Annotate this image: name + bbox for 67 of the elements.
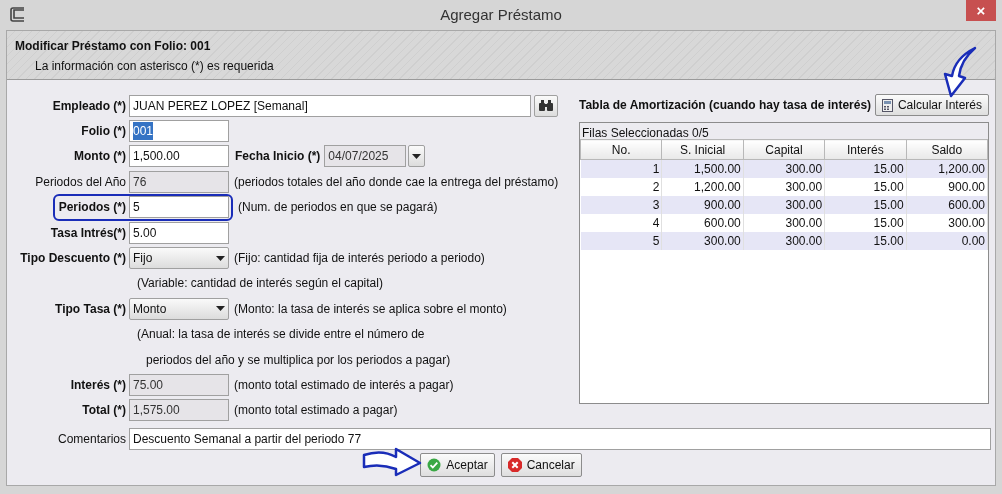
search-button[interactable] (534, 94, 558, 117)
field-label: Periodos (*) (57, 199, 127, 217)
input-field[interactable]: 001 (129, 120, 229, 143)
input-field[interactable]: JUAN PEREZ LOPEZ [Semanal] (129, 94, 531, 117)
date-field[interactable]: 04/07/2025 (324, 145, 407, 168)
caret-icon (216, 306, 225, 312)
dropdown[interactable]: Fijo (129, 247, 229, 270)
hint-text: (Fijo: cantidad fija de interés periodo a periodo) (233, 250, 485, 268)
selection-count: Filas Seleccionadas 0/5 (580, 123, 988, 139)
field-label: Total (*) (81, 402, 127, 420)
hint-text: (monto total estimado a pagar) (233, 402, 398, 420)
table-cell: 600.00 (906, 196, 988, 214)
cancel-button[interactable]: Cancelar (500, 453, 582, 478)
close-icon (507, 458, 522, 473)
comments-field[interactable]: Descuento Semanal a partir del periodo 77 (129, 427, 991, 450)
hint-text: (monto total estimado de interés a pagar) (233, 377, 454, 394)
dropdown[interactable]: Monto (129, 297, 229, 320)
column-header[interactable]: Saldo (906, 139, 988, 160)
readonly-field: 1,575.00 (129, 399, 229, 422)
window-title: Agregar Préstamo (440, 4, 562, 25)
field-label: Empleado (*) (51, 97, 127, 115)
column-header[interactable]: S. Inicial (661, 139, 744, 160)
table-cell: 5 (580, 232, 662, 250)
binoculars-icon (539, 100, 553, 112)
app-icon (10, 7, 26, 22)
caret-icon (216, 255, 225, 261)
readonly-field: 76 (129, 170, 229, 193)
table-cell: 15.00 (824, 196, 907, 214)
hint-text: periodos del año y se multiplica por los periodos a pagar) (145, 351, 451, 369)
hint-text: (Variable: cantidad de interés según el capital) (136, 275, 383, 293)
caret-icon (412, 153, 422, 159)
field-label: Tipo Descuento (*) (19, 250, 127, 268)
column-header[interactable]: Interés (824, 139, 907, 160)
field-label: Tasa Intrés(*) (49, 224, 127, 242)
header-subtitle: La información con asterisco (*) es requerida (34, 58, 275, 75)
close-button[interactable]: × (966, 0, 996, 21)
column-header[interactable]: No. (580, 139, 662, 160)
dropdown-button[interactable] (408, 145, 426, 168)
field-label: Tipo Tasa (*) (54, 300, 127, 318)
column-header[interactable]: Capital (743, 139, 825, 160)
header-title: Modificar Préstamo con Folio: 001 (14, 38, 212, 53)
input-field[interactable]: 5.00 (129, 221, 229, 244)
hint-text: (Monto: la tasa de interés se aplica sobre el monto) (233, 300, 507, 318)
calculate-button[interactable]: Calcular Interés (874, 94, 989, 116)
table-cell: 300.00 (743, 232, 825, 250)
field-label: Fecha Inicio (*) (235, 148, 321, 166)
table-cell: 0.00 (906, 232, 988, 250)
input-field[interactable]: 5 (129, 196, 229, 219)
hint-text: (Anual: la tasa de interés se divide entre el número de (136, 326, 425, 344)
table-cell: 300.00 (661, 232, 744, 250)
hint-text: (Num. de periodos en que se pagará) (237, 199, 438, 217)
field-label: Monto (*) (73, 148, 127, 166)
check-icon (427, 458, 442, 473)
calculator-icon (881, 98, 893, 112)
table-title: Tabla de Amortización (cuando hay tasa de interés) (579, 97, 872, 114)
hint-text: (periodos totales del año donde cae la entrega del préstamo) (233, 173, 559, 191)
field-label: Comentarios (56, 430, 127, 448)
field-label: Folio (*) (80, 123, 127, 141)
table-cell: 300.00 (743, 196, 825, 214)
accept-button[interactable]: Aceptar (420, 453, 495, 478)
input-field[interactable]: 1,500.00 (129, 145, 229, 168)
field-label: Periodos del Año (34, 173, 127, 191)
table-cell: 900.00 (661, 196, 744, 214)
table-cell: 3 (580, 196, 662, 214)
table-cell: 15.00 (824, 232, 907, 250)
readonly-field: 75.00 (129, 374, 229, 396)
field-label: Interés (*) (69, 377, 127, 394)
